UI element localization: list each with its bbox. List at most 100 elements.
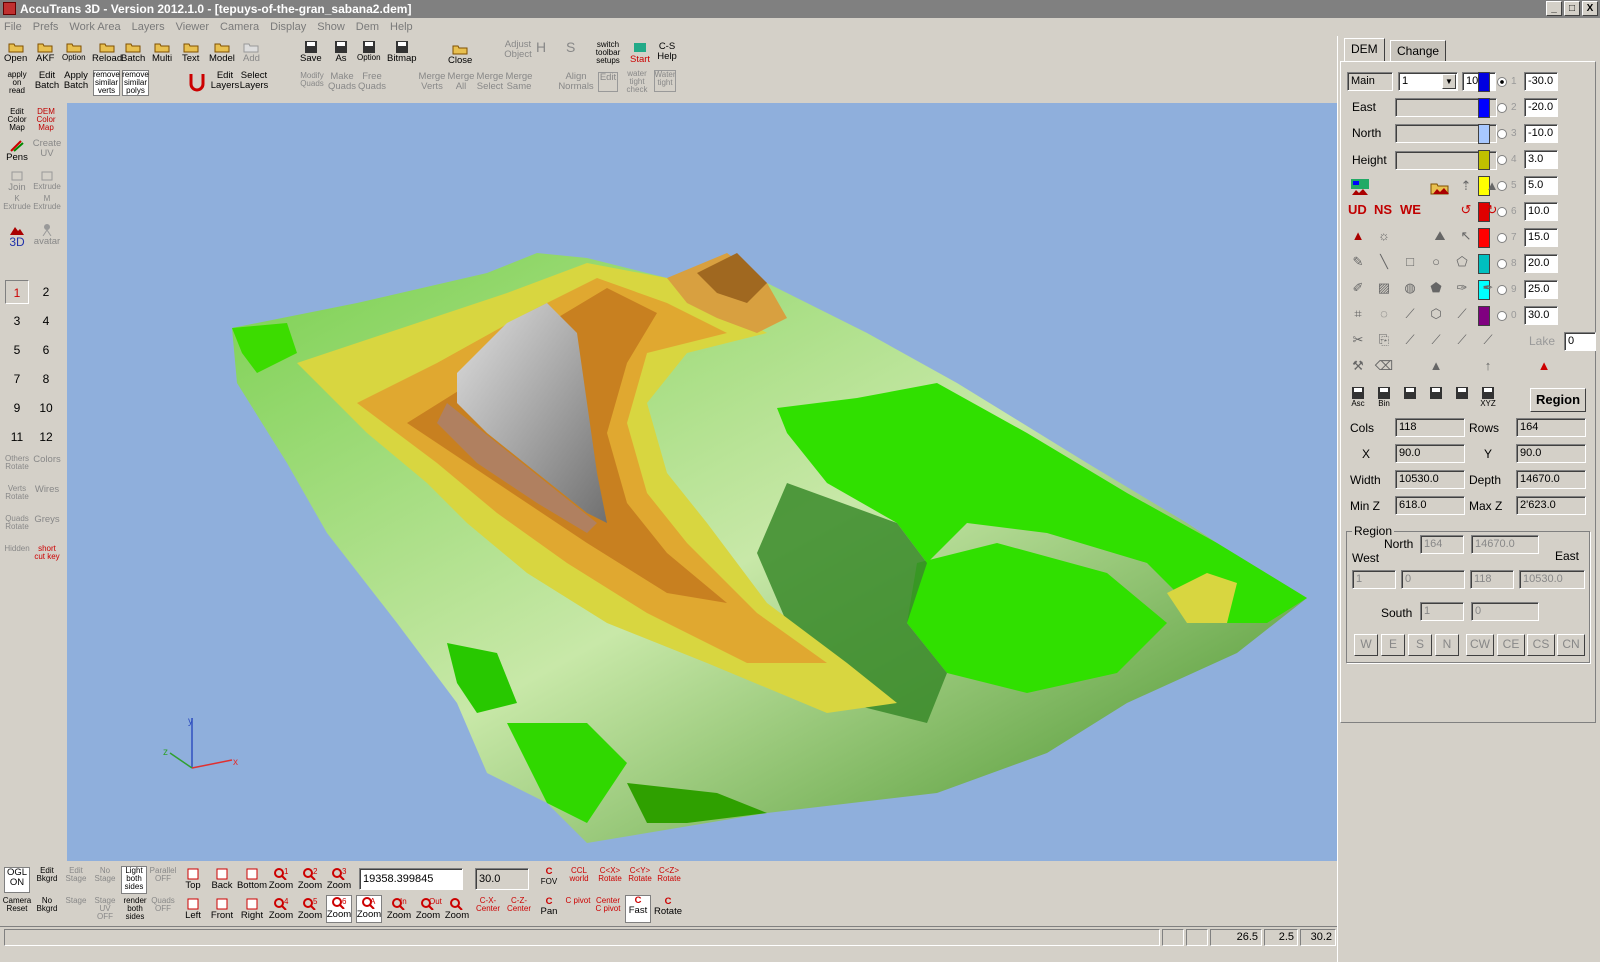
menu-dem[interactable]: Dem [356,21,379,33]
no-stage-button[interactable]: No Stage [92,867,118,883]
edit-batch-button[interactable]: Edit Batch [34,71,60,91]
open-button[interactable]: Open [4,40,27,64]
preset-9-button[interactable]: 9 [5,396,29,420]
save-wave-button[interactable] [1400,386,1420,400]
edit-color-map-button[interactable]: Edit Color Map [5,108,29,132]
select-brush-icon[interactable]: ⟋ [1452,306,1472,326]
color-level-radio[interactable] [1497,155,1507,165]
center-c-pivot-button[interactable]: Center C pivot [594,897,622,913]
color-swatch[interactable] [1478,306,1490,326]
akf-button[interactable]: AKF [36,40,54,64]
k-extrude-button[interactable]: K Extrude [3,195,31,211]
region-south-index[interactable]: 1 [1420,602,1464,621]
greys-button[interactable]: Greys [34,515,60,525]
cx-center-button[interactable]: C-X- Center [474,897,502,913]
cz-center-button[interactable]: C-Z- Center [505,897,533,913]
render-both-sides-button[interactable]: render both sides [121,897,149,921]
color-level-value[interactable]: 15.0 [1524,228,1558,247]
region-w-button[interactable]: W [1354,634,1378,656]
m-extrude-button[interactable]: M Extrude [33,195,61,211]
fill-rect-icon[interactable]: ▨ [1374,280,1394,300]
pens-button[interactable]: Pens [5,139,29,163]
region-north-index[interactable]: 164 [1420,535,1464,554]
apply-on-read-button[interactable]: apply on read [4,71,30,95]
view-back-button[interactable]: Back [209,867,235,891]
color-level-value[interactable]: 25.0 [1524,280,1558,299]
color-swatch[interactable] [1478,228,1490,248]
region-east-value[interactable]: 10530.0 [1519,570,1585,589]
extrude-button[interactable]: Extrude [33,169,61,191]
cs-help-button[interactable]: C-S Help [654,42,680,62]
stage-button[interactable]: Stage [63,897,89,905]
we-flip-button[interactable]: WE [1400,202,1421,217]
s-flip-icon[interactable]: S [566,40,575,54]
edit-layers-button[interactable]: Edit Layers [211,71,240,91]
save-button[interactable]: Save [300,40,322,64]
merge-all-button[interactable]: Merge All [447,72,475,92]
color-level-value[interactable]: 5.0 [1524,176,1558,195]
parallel-off-button[interactable]: Parallel OFF [150,867,177,883]
color-level-radio[interactable] [1497,285,1507,295]
pan-button[interactable]: C Pan [536,897,562,917]
circle-icon[interactable]: ○ [1426,254,1446,274]
model-button[interactable]: Model [209,40,235,64]
shortcut-key-button[interactable]: short cut key [34,545,60,561]
close-button[interactable]: X [1582,1,1598,16]
menu-work-area[interactable]: Work Area [69,21,120,33]
line-icon[interactable]: ╲ [1374,254,1394,274]
preset-7-button[interactable]: 7 [5,367,29,391]
peak-icon[interactable]: ⛰ [1430,228,1450,248]
fill-pencil-icon[interactable]: ✐ [1348,280,1368,300]
rotate-button[interactable]: C Rotate [654,897,682,917]
color-level-value[interactable]: 30.0 [1524,306,1558,325]
color-level-radio[interactable] [1497,103,1507,113]
select-layers-button[interactable]: Select Layers [240,71,269,91]
tab-change[interactable]: Change [1390,40,1447,62]
magnet-icon[interactable] [187,72,207,94]
zoom-2-button[interactable]: Zoom [297,867,323,891]
option-button[interactable]: Option [62,40,86,62]
raise-icon[interactable]: ⇡ [1456,178,1476,198]
view-bottom-button[interactable]: Bottom [237,867,267,891]
menu-help[interactable]: Help [390,21,413,33]
polygon-icon[interactable]: ⬠ [1452,254,1472,274]
region-n-button[interactable]: N [1435,634,1459,656]
remove-similar-verts-button[interactable]: remove similar verts [93,70,120,96]
3d-viewport[interactable]: y x z [67,103,1337,861]
zoom-fit-button[interactable]: Zoom [444,897,470,921]
fov-button[interactable]: C FOV [536,867,562,887]
region-north-value[interactable]: 14670.0 [1471,535,1539,554]
preset-10-button[interactable]: 10 [34,396,58,420]
rectangle-icon[interactable]: □ [1400,254,1420,274]
multi-button[interactable]: Multi [152,40,172,64]
menu-file[interactable]: File [4,21,22,33]
close-file-button[interactable]: Close [448,42,472,66]
menu-viewer[interactable]: Viewer [176,21,209,33]
ns-slash-icon[interactable]: ⟋ [1452,332,1472,352]
copy-icon[interactable]: ⎘ [1374,332,1394,352]
region-cn-button[interactable]: CN [1557,634,1585,656]
menu-show[interactable]: Show [317,21,345,33]
color-level-radio[interactable] [1497,77,1507,87]
save-option-button[interactable]: Option [357,40,381,62]
water-tight-check-button[interactable]: water tight check [622,70,652,94]
color-level-radio[interactable] [1497,233,1507,243]
dem-map-icon[interactable] [1350,178,1370,198]
view-front-button[interactable]: Front [209,897,235,921]
zoom-3-button[interactable]: Zoom [326,867,352,891]
adjust-object-button[interactable]: Adjust Object [503,40,533,60]
reload-button[interactable]: Reload [92,40,122,64]
color-level-radio[interactable] [1497,129,1507,139]
camera-reset-button[interactable]: Camera Reset [3,897,31,913]
chevron-down-icon[interactable]: ▼ [1442,74,1456,89]
join-button[interactable]: Join [5,169,29,193]
view-top-button[interactable]: Top [180,867,206,891]
save-bin-button[interactable]: Bin [1374,386,1394,408]
select-poly-icon[interactable]: ⬡ [1426,306,1446,326]
eraser-icon[interactable]: ⌫ [1374,358,1394,378]
avatar-button[interactable]: avatar [34,223,60,247]
cursor-icon[interactable]: ↖ [1456,228,1476,248]
colors-button[interactable]: Colors [33,455,60,465]
lake-terrain-icon[interactable]: ▲ [1534,358,1554,378]
fill-poly-icon[interactable]: ⬟ [1426,280,1446,300]
